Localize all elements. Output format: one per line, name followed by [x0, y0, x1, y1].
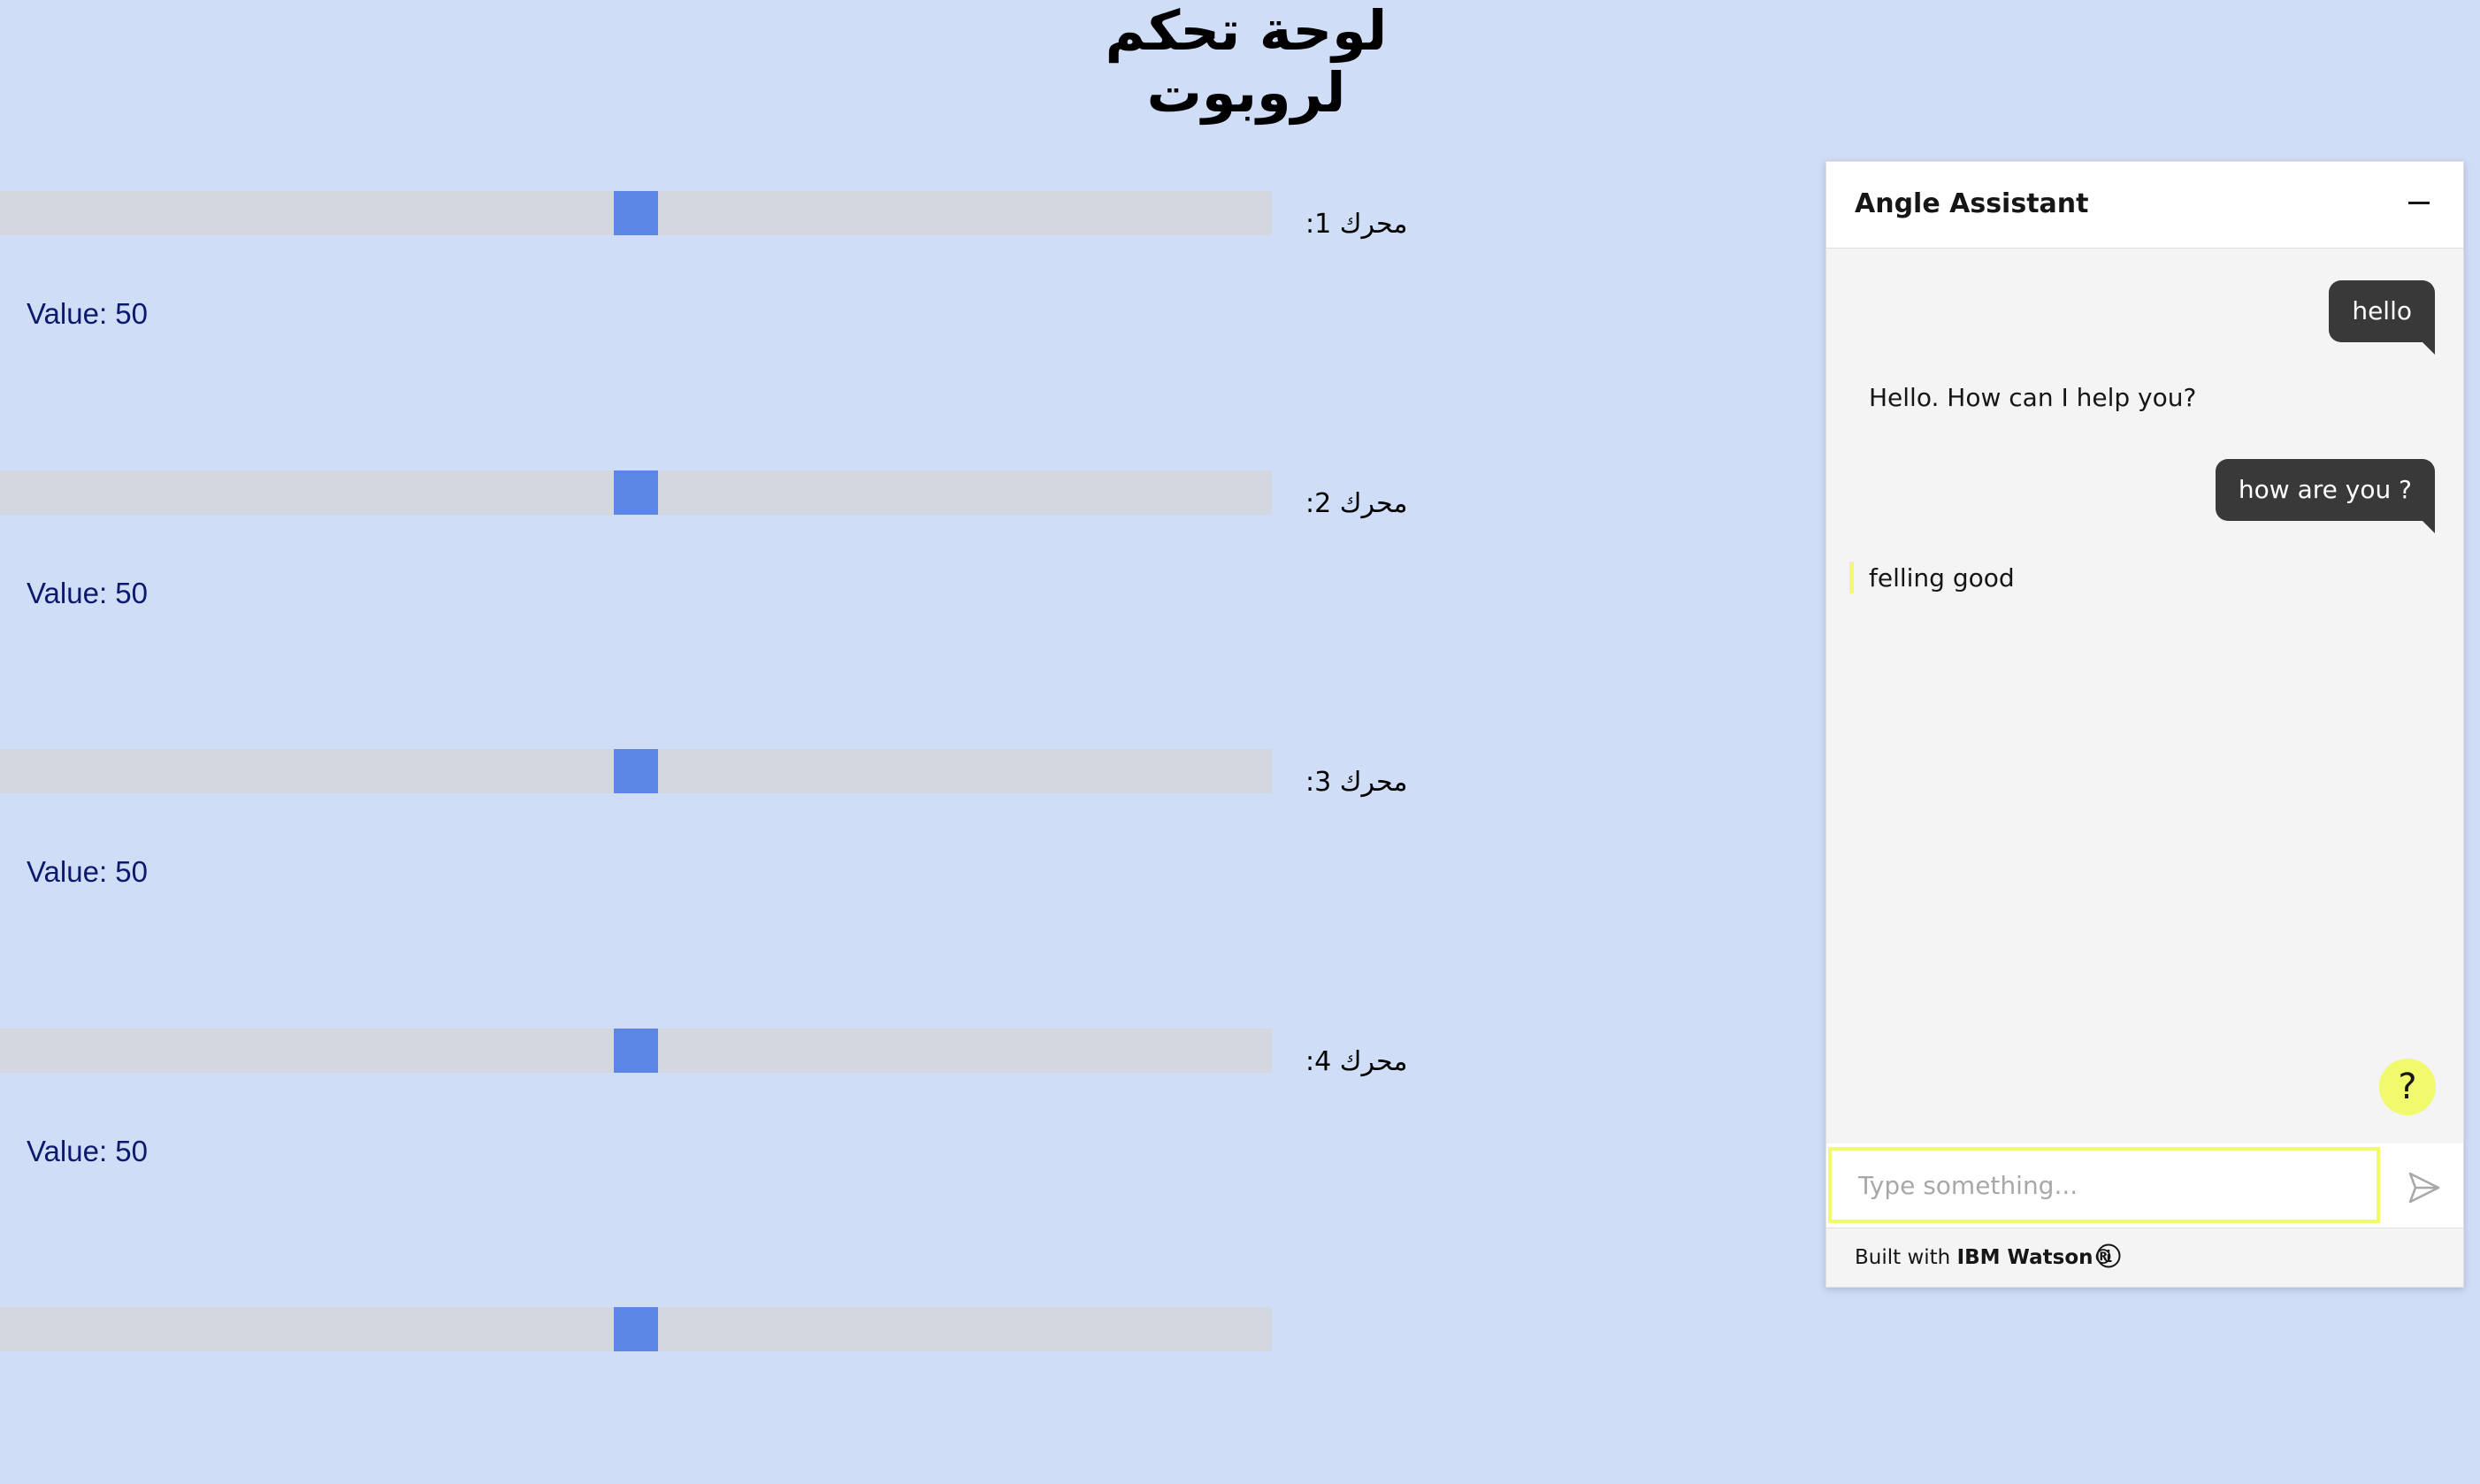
user-message: how are you ? [2215, 459, 2436, 533]
motor-1-value: Value: 50 [27, 297, 148, 330]
bot-message-marker [1849, 562, 1854, 593]
chat-widget: Angle Assistant hello Hello. How can I h… [1826, 161, 2464, 1288]
chat-title: Angle Assistant [1855, 188, 2089, 219]
info-icon[interactable] [2095, 1243, 2122, 1269]
motor-control-2: محرك 2: Value: 50 [0, 470, 1415, 647]
motor-2-slider[interactable] [0, 470, 1272, 515]
motor-2-label: محرك 2: [1305, 488, 1408, 519]
motor-1-label: محرك 1: [1305, 209, 1408, 240]
chat-message-input[interactable] [1828, 1147, 2380, 1223]
motor-4-slider[interactable] [0, 1029, 1272, 1073]
motor-1-slider[interactable] [0, 191, 1272, 235]
bot-message: Hello. How can I help you? [1869, 383, 2197, 412]
motor-4-value: Value: 50 [27, 1135, 148, 1167]
motor-5-slider-thumb[interactable] [614, 1307, 658, 1351]
chat-header: Angle Assistant [1826, 162, 2463, 249]
motor-control-5 [0, 1307, 1415, 1484]
user-message: hello [2329, 280, 2435, 355]
motor-control-1: محرك 1: Value: 50 [0, 191, 1415, 368]
footer-brand: IBM Watson® [1956, 1246, 2114, 1269]
chat-footer: Built with IBM Watson® [1855, 1246, 2114, 1269]
motor-3-slider[interactable] [0, 749, 1272, 793]
help-button[interactable]: ? [2379, 1059, 2436, 1115]
page-title: لوحة تحكم لروبوت [1105, 0, 1388, 125]
chat-input-row [1826, 1144, 2463, 1228]
motor-2-slider-thumb[interactable] [614, 470, 658, 515]
minimize-icon[interactable] [2401, 185, 2437, 220]
motor-3-value: Value: 50 [27, 855, 148, 888]
motor-4-label: محرك 4: [1305, 1046, 1408, 1077]
bot-message: felling good [1869, 563, 2015, 593]
motor-4-slider-thumb[interactable] [614, 1029, 658, 1073]
footer-prefix: Built with [1855, 1246, 1957, 1269]
motor-3-label: محرك 3: [1305, 767, 1408, 798]
motor-3-slider-thumb[interactable] [614, 749, 658, 793]
motor-1-slider-thumb[interactable] [614, 191, 658, 235]
motor-2-value: Value: 50 [27, 577, 148, 609]
send-icon[interactable] [2405, 1168, 2444, 1207]
motor-control-3: محرك 3: Value: 50 [0, 749, 1415, 926]
motor-5-slider[interactable] [0, 1307, 1272, 1351]
motor-control-4: محرك 4: Value: 50 [0, 1029, 1415, 1205]
